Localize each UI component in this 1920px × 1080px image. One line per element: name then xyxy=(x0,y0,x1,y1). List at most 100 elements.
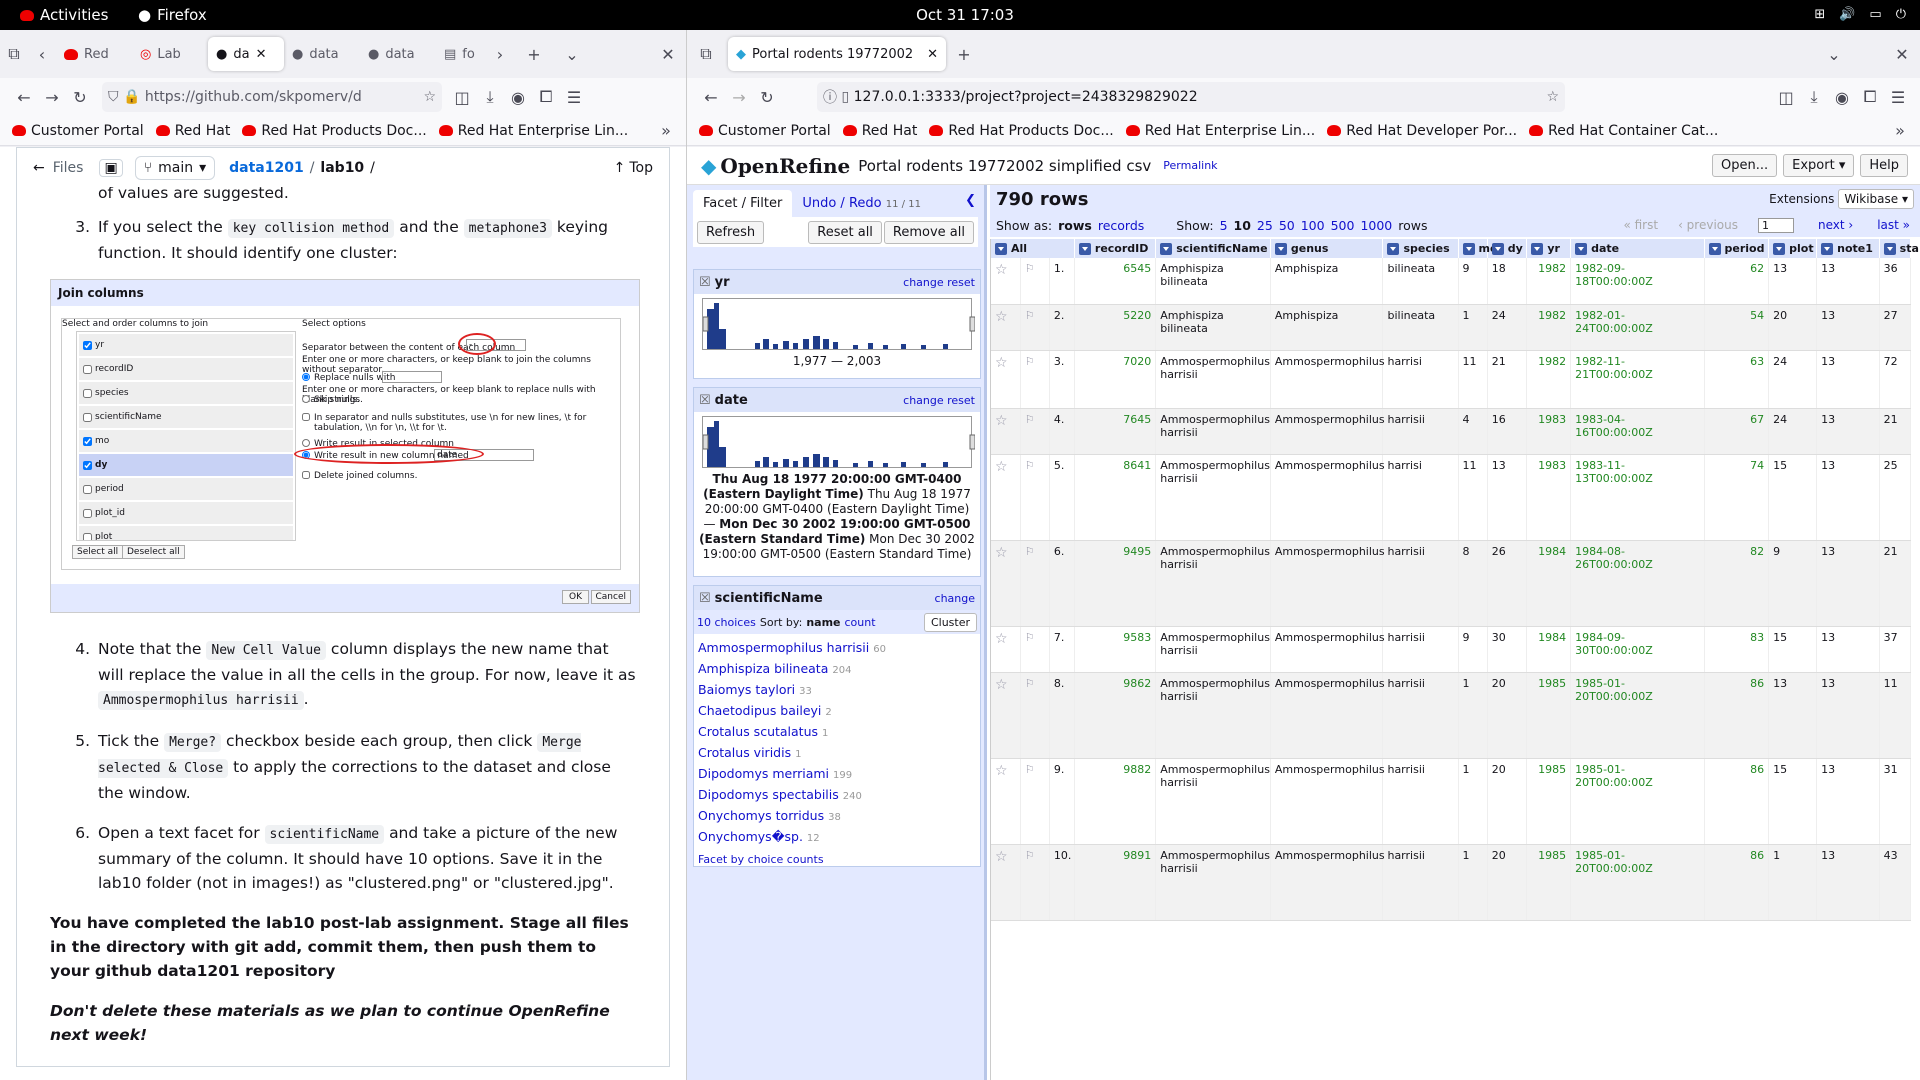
bookmark-red-hat[interactable]: Red Hat xyxy=(155,123,230,139)
column-checkbox[interactable] xyxy=(83,484,92,494)
downloads-icon[interactable]: ⤓ xyxy=(1800,83,1828,111)
firefox-app-menu[interactable]: ● Firefox xyxy=(138,6,207,24)
bookmark-star-icon[interactable]: ☆ xyxy=(423,89,436,105)
column-checkbox[interactable] xyxy=(83,460,92,470)
table-cell[interactable]: 11 xyxy=(1879,672,1912,759)
star-icon[interactable]: ☆ xyxy=(991,454,1021,541)
list-item[interactable]: Amphispiza bilineata 204 xyxy=(698,659,976,680)
replace-nulls-input[interactable] xyxy=(382,371,442,383)
table-cell[interactable]: 1985 xyxy=(1526,758,1572,845)
radio[interactable] xyxy=(302,439,310,447)
table-cell[interactable]: 11 xyxy=(1458,350,1488,409)
table-cell[interactable]: 72 xyxy=(1879,350,1912,409)
table-cell[interactable]: 36 xyxy=(1879,258,1912,305)
table-cell[interactable]: 13 xyxy=(1816,540,1880,627)
column-checkbox[interactable] xyxy=(83,412,92,422)
table-cell[interactable]: 1982-09-18T00:00:00Z xyxy=(1570,258,1705,305)
list-item[interactable]: Ammospermophilus harrisii 60 xyxy=(698,638,976,659)
flag-icon[interactable]: ⚐ xyxy=(1020,258,1050,305)
table-cell[interactable]: Ammospermophilus xyxy=(1270,758,1385,845)
table-cell[interactable]: 86 xyxy=(1704,758,1770,845)
table-cell[interactable]: 9 xyxy=(1458,258,1488,305)
open-button[interactable]: Open... xyxy=(1712,154,1778,177)
pocket-icon[interactable]: ◫ xyxy=(448,83,476,111)
table-cell[interactable]: 9891 xyxy=(1074,844,1157,921)
flag-icon[interactable]: ⚐ xyxy=(1020,350,1050,409)
table-cell[interactable]: 1983-11-13T00:00:00Z xyxy=(1570,454,1705,541)
column-header[interactable]: genus xyxy=(1270,239,1384,258)
column-checkbox[interactable] xyxy=(83,532,92,540)
help-button[interactable]: Help xyxy=(1860,154,1908,177)
table-cell[interactable]: 1983-04-16T00:00:00Z xyxy=(1570,408,1705,455)
table-cell[interactable]: 1984-09-30T00:00:00Z xyxy=(1570,626,1705,673)
table-cell[interactable]: 13 xyxy=(1816,626,1880,673)
list-item[interactable]: Onychomys�sp. 12 xyxy=(698,827,976,848)
column-row[interactable]: recordID xyxy=(79,358,293,380)
table-cell[interactable]: 74 xyxy=(1704,454,1770,541)
page-size-500[interactable]: 500 xyxy=(1331,218,1355,233)
table-cell[interactable]: Amphispiza bilineata xyxy=(1155,258,1271,305)
table-cell[interactable]: 20 xyxy=(1487,758,1528,845)
skip-nulls-option[interactable]: Skip nulls. xyxy=(302,395,360,405)
star-icon[interactable]: ☆ xyxy=(991,540,1021,627)
tab-data-1[interactable]: ● data xyxy=(284,37,360,71)
flag-icon[interactable]: ⚐ xyxy=(1020,758,1050,845)
table-cell[interactable]: 13 xyxy=(1768,672,1818,759)
table-cell[interactable]: 9882 xyxy=(1074,758,1157,845)
escape-option[interactable]: In separator and nulls substitutes, use … xyxy=(302,413,602,433)
table-cell[interactable]: 24 xyxy=(1768,350,1818,409)
forward-icon[interactable]: → xyxy=(725,83,753,111)
table-cell[interactable]: Ammospermophilus harrisii xyxy=(1155,626,1271,673)
table-cell[interactable]: 27 xyxy=(1879,304,1912,351)
tab-github-active[interactable]: ● da ✕ xyxy=(208,37,284,71)
column-header[interactable]: mo xyxy=(1458,239,1498,258)
menu-icon[interactable]: ☰ xyxy=(560,83,588,111)
table-cell[interactable]: 63 xyxy=(1704,350,1770,409)
table-cell[interactable]: harrisii xyxy=(1382,844,1459,921)
table-cell[interactable]: Ammospermophilus xyxy=(1270,408,1385,455)
table-cell[interactable]: Ammospermophilus xyxy=(1270,350,1385,409)
table-cell[interactable]: harrisi xyxy=(1382,454,1459,541)
permalink[interactable]: Permalink xyxy=(1163,159,1217,172)
next-page-link[interactable]: next › xyxy=(1818,218,1853,232)
table-cell[interactable]: 1985 xyxy=(1526,844,1572,921)
back-icon[interactable]: ← xyxy=(10,83,38,111)
first-page-link[interactable]: « first xyxy=(1623,218,1658,232)
list-all-tabs-icon[interactable]: ⌄ xyxy=(558,40,586,68)
reload-icon[interactable]: ↻ xyxy=(66,83,94,111)
table-cell[interactable]: 15 xyxy=(1768,626,1818,673)
back-arrow-icon[interactable]: ← xyxy=(33,160,45,176)
table-cell[interactable]: 4. xyxy=(1049,408,1075,455)
tab-red[interactable]: Red xyxy=(56,37,132,71)
table-cell[interactable]: 2. xyxy=(1049,304,1075,351)
new-tab-icon[interactable]: + xyxy=(520,40,548,68)
new-tab-icon[interactable]: + xyxy=(950,40,978,68)
refresh-button[interactable]: Refresh xyxy=(697,220,765,244)
list-all-tabs-icon[interactable]: ⌄ xyxy=(1820,40,1848,68)
account-icon[interactable]: ◉ xyxy=(1828,83,1856,111)
files-button[interactable]: Files xyxy=(53,160,84,176)
star-icon[interactable]: ☆ xyxy=(991,672,1021,759)
table-cell[interactable]: 31 xyxy=(1879,758,1912,845)
table-cell[interactable]: 1982 xyxy=(1526,350,1572,409)
table-cell[interactable]: 18 xyxy=(1487,258,1528,305)
checkbox[interactable] xyxy=(302,413,310,421)
column-header[interactable]: note1 xyxy=(1816,239,1880,258)
table-cell[interactable]: Ammospermophilus harrisii xyxy=(1155,454,1271,541)
star-icon[interactable]: ☆ xyxy=(991,350,1021,409)
sort-name[interactable]: name xyxy=(806,616,840,629)
openrefine-logo[interactable]: OpenRefine xyxy=(720,154,850,178)
table-cell[interactable]: 67 xyxy=(1704,408,1770,455)
column-row[interactable]: scientificName xyxy=(79,406,293,428)
flag-icon[interactable]: ⚐ xyxy=(1020,672,1050,759)
flag-icon[interactable]: ⚐ xyxy=(1020,304,1050,351)
tab-openrefine-active[interactable]: ◆ Portal rodents 19772002 ✕ xyxy=(728,37,946,71)
table-cell[interactable]: Ammospermophilus harrisii xyxy=(1155,672,1271,759)
table-cell[interactable]: 1985 xyxy=(1526,672,1572,759)
cluster-button[interactable]: Cluster xyxy=(923,612,977,632)
column-checkbox[interactable] xyxy=(83,340,92,350)
table-cell[interactable]: 8. xyxy=(1049,672,1075,759)
list-item[interactable]: Onychomys torridus 38 xyxy=(698,806,976,827)
right-url-bar[interactable]: ⓘ ▯ 127.0.0.1:3333/project?project=24383… xyxy=(817,82,1565,112)
table-cell[interactable]: 9 xyxy=(1458,626,1488,673)
